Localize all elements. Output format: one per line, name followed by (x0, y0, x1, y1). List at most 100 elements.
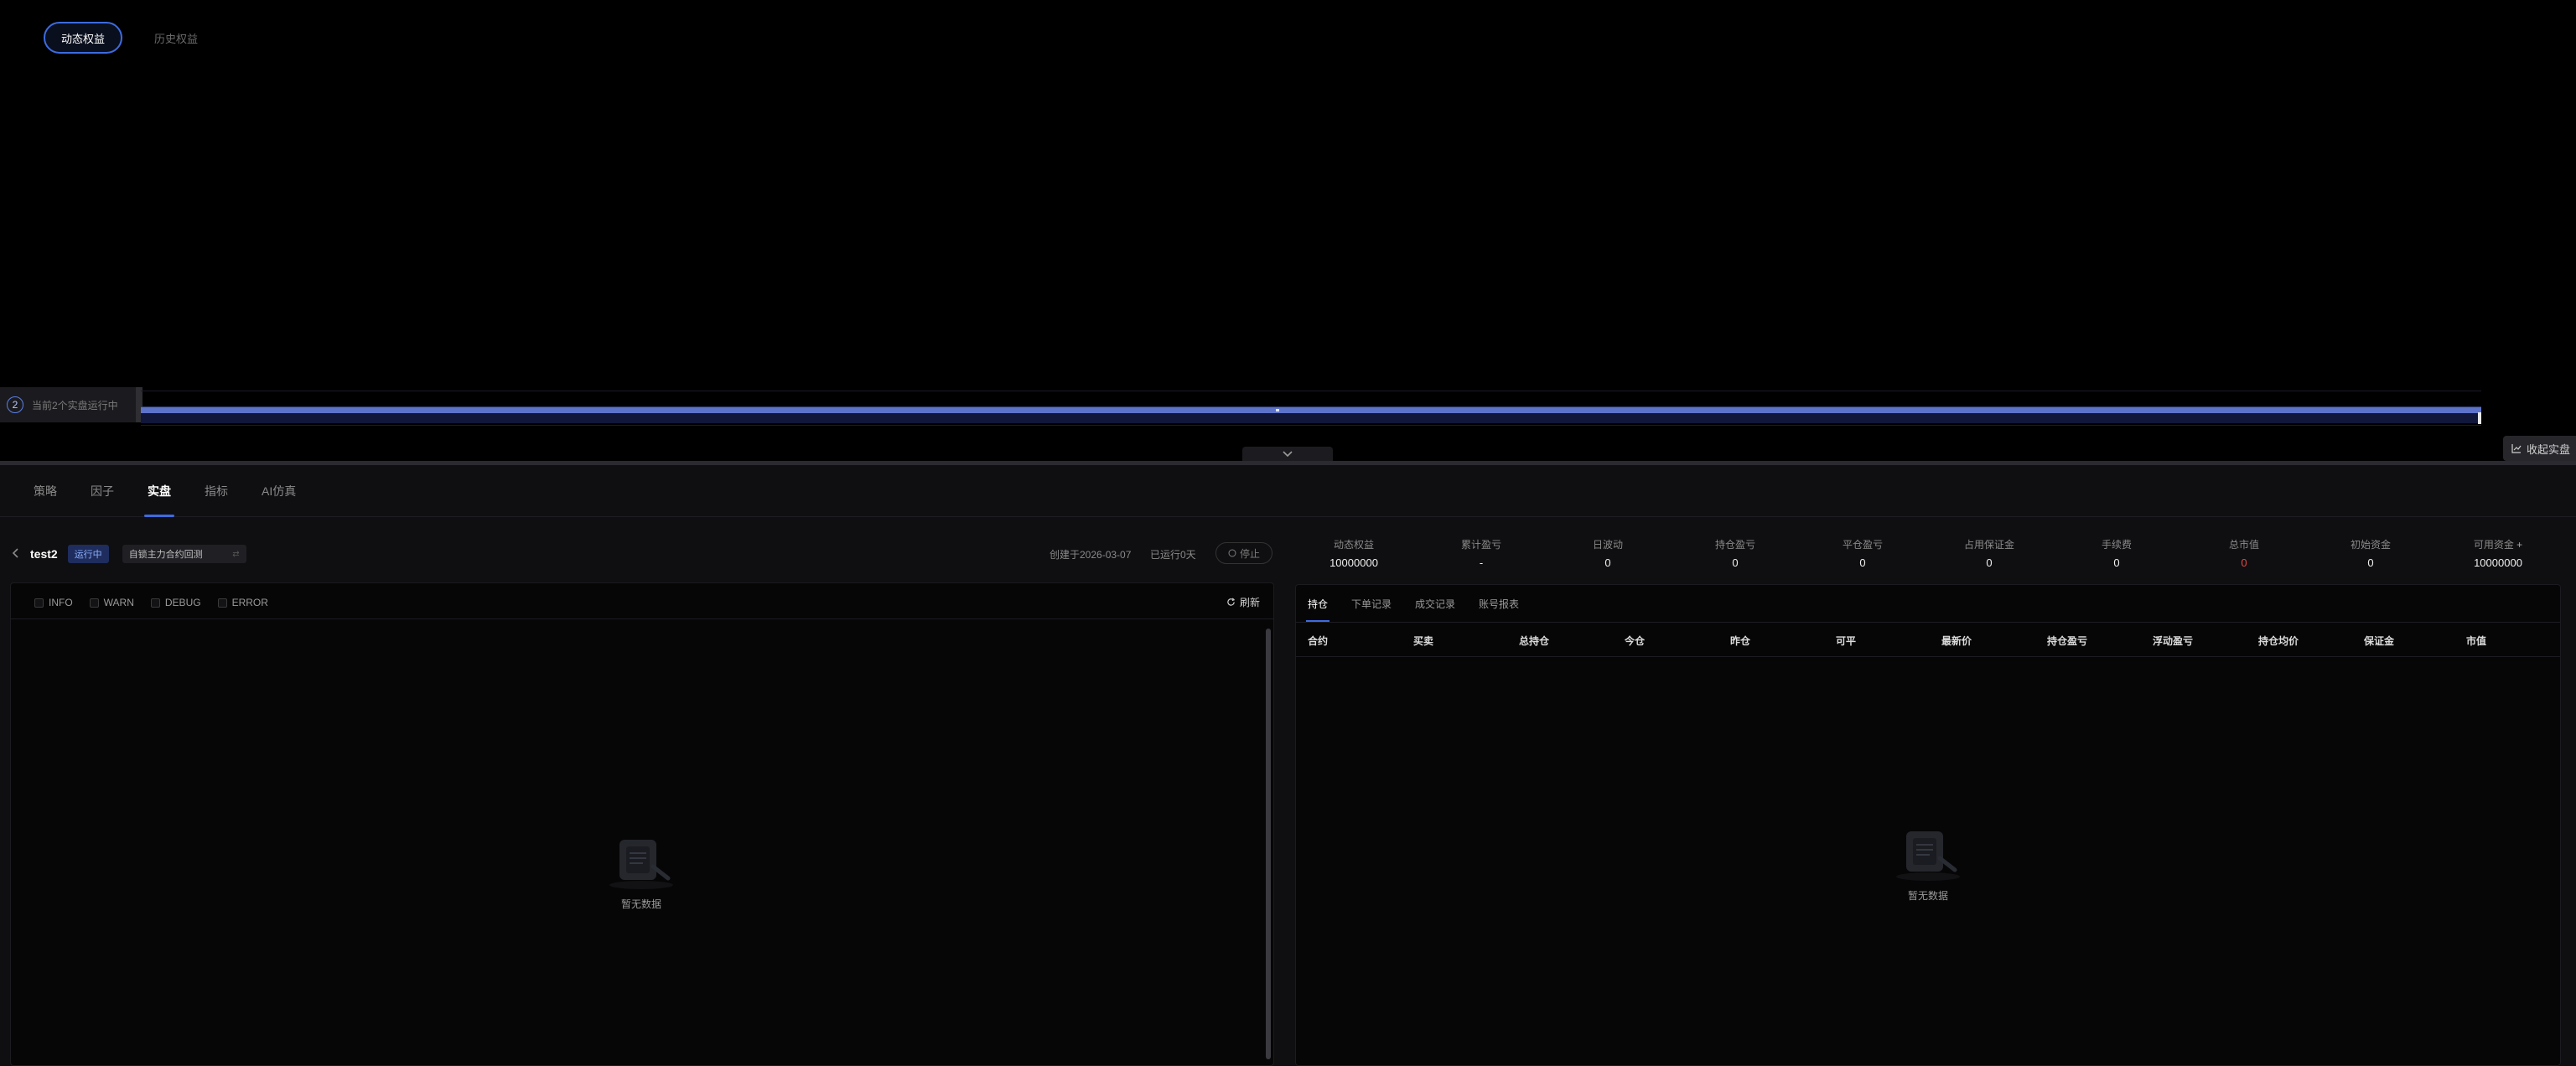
tab-dynamic-equity[interactable]: 动态权益 (44, 22, 122, 54)
strategy-header: test2 运行中 自锁主力合约回测 ⇄ 创建于2026-03-07 已运行0天… (0, 542, 1283, 566)
metric-initial-capital: 初始资金 0 (2325, 537, 2417, 569)
metric-cumulative-pnl: 累计盈亏 - (1435, 537, 1527, 569)
tab-strategy[interactable]: 策略 (34, 465, 57, 517)
contract-select[interactable]: 自锁主力合约回测 ⇄ (122, 545, 246, 563)
tab-positions[interactable]: 持仓 (1305, 585, 1330, 622)
metric-available-capital: 可用资金 + 10000000 (2452, 537, 2544, 569)
chevron-down-icon (1283, 450, 1293, 457)
contract-select-value: 自锁主力合约回测 (128, 550, 203, 560)
tab-ai-simulation[interactable]: AI仿真 (262, 465, 296, 517)
filter-info[interactable]: INFO (34, 597, 73, 608)
live-running-text: 当前2个实盘运行中 (32, 399, 118, 411)
filter-debug[interactable]: DEBUG (150, 597, 201, 608)
positions-empty-state: 暂无数据 (1888, 823, 1968, 903)
chart-icon (2511, 444, 2522, 453)
metric-label: 日波动 (1592, 539, 1623, 551)
tab-indicator[interactable]: 指标 (205, 465, 228, 517)
column-header: 买卖 (1413, 635, 1434, 647)
metric-value: 0 (2367, 556, 2374, 569)
filter-error[interactable]: ERROR (217, 597, 268, 608)
account-metrics: 动态权益 10000000 累计盈亏 - 日波动 0 持仓盈亏 0 平仓盈亏 0 占用保证… (1308, 537, 2576, 574)
status-badge: 运行中 (67, 545, 109, 563)
metric-margin-used: 占用保证金 0 (1943, 537, 2035, 569)
checkbox[interactable] (150, 598, 160, 608)
metric-label: 手续费 (2101, 539, 2132, 551)
tab-trade-records[interactable]: 成交记录 (1415, 585, 1455, 622)
metric-label: 动态权益 (1333, 539, 1374, 551)
metric-label: 累计盈亏 (1460, 539, 1501, 551)
metric-value: 10000000 (2474, 556, 2522, 569)
caret-icon: ⇄ (232, 549, 240, 559)
checkbox[interactable] (34, 598, 44, 608)
metric-value: - (1479, 556, 1484, 569)
empty-text: 暂无数据 (1907, 890, 1948, 902)
divider (11, 618, 1273, 619)
empty-box-icon (1896, 831, 1960, 881)
metric-value: 0 (1732, 556, 1739, 569)
column-header: 浮动盈亏 (2153, 635, 2194, 647)
metric-value: 0 (1604, 556, 1611, 569)
column-header: 保证金 (2364, 635, 2395, 647)
positions-table-header: 合约 买卖 总持仓 今仓 昨仓 可平 最新价 持仓盈亏 浮动盈亏 持仓均价 保证… (1296, 622, 2560, 657)
tab-history-equity[interactable]: 历史权益 (141, 22, 211, 54)
column-header: 持仓盈亏 (2047, 635, 2088, 647)
collapse-live-button[interactable]: 收起实盘 (2503, 436, 2576, 461)
metric-label: 平仓盈亏 (1842, 539, 1883, 551)
main-tabs: 策略 因子 实盘 指标 AI仿真 (0, 465, 2576, 517)
tab-factor[interactable]: 因子 (91, 465, 114, 517)
metric-value: 0 (2113, 556, 2120, 569)
plus-icon[interactable]: + (2516, 539, 2522, 551)
refresh-icon (1227, 598, 1236, 606)
filter-warn[interactable]: WARN (89, 597, 134, 608)
positions-panel: 持仓 下单记录 成交记录 账号报表 合约 买卖 总持仓 今仓 昨仓 可平 最新价… (1295, 584, 2561, 1066)
column-header: 合约 (1308, 635, 1329, 647)
bottom-panel: 策略 因子 实盘 指标 AI仿真 test2 运行中 自锁主力合约回测 ⇄ 创建… (0, 465, 2576, 1066)
metric-fees: 手续费 0 (2071, 537, 2163, 569)
stop-button-label: 停止 (1239, 547, 1260, 560)
equity-chart-area: 动态权益 历史权益 2 当前2个实盘运行中 收起实盘 (0, 0, 2576, 461)
metric-dynamic-equity: 动态权益 10000000 (1308, 537, 1400, 569)
tab-order-records[interactable]: 下单记录 (1351, 585, 1392, 622)
timeline-slider-grip[interactable] (1276, 409, 1279, 411)
column-header: 可平 (1836, 635, 1857, 647)
metric-value: 0 (1986, 556, 1993, 569)
metric-value: 0 (1859, 556, 1866, 569)
stop-button[interactable]: 停止 (1215, 542, 1272, 564)
metric-label: 总市值 (2228, 539, 2259, 551)
metric-label: 可用资金 (2473, 539, 2514, 551)
empty-text: 暂无数据 (620, 898, 661, 910)
metric-value: 0 (2241, 556, 2247, 569)
filter-label: DEBUG (164, 597, 201, 608)
log-level-filters: INFO WARN DEBUG ERROR (34, 597, 268, 608)
positions-tabs: 持仓 下单记录 成交记录 账号报表 (1305, 585, 1519, 622)
timeline-slider-range[interactable] (141, 407, 2481, 413)
timeline-slider-end-handle[interactable] (2478, 412, 2481, 424)
metric-position-pnl: 持仓盈亏 0 (1689, 537, 1781, 569)
collapse-panel-handle[interactable] (1242, 447, 1333, 461)
filter-label: WARN (103, 597, 134, 608)
metric-close-pnl: 平仓盈亏 0 (1817, 537, 1909, 569)
filter-label: ERROR (231, 597, 268, 608)
live-running-indicator[interactable]: 2 当前2个实盘运行中 (0, 387, 141, 422)
stop-icon (1228, 549, 1236, 557)
metric-value: 10000000 (1329, 556, 1378, 569)
created-date: 创建于2026-03-07 (1050, 549, 1132, 561)
strategy-name: test2 (30, 547, 58, 561)
log-scrollbar[interactable] (1266, 629, 1271, 1059)
metric-total-market-value: 总市值 0 (2198, 537, 2290, 569)
metric-label: 初始资金 (2350, 539, 2391, 551)
column-header: 市值 (2466, 635, 2487, 647)
checkbox[interactable] (89, 598, 99, 608)
refresh-label: 刷新 (1239, 597, 1260, 608)
checkbox[interactable] (217, 598, 227, 608)
live-count-badge: 2 (7, 396, 23, 413)
tab-account-report[interactable]: 账号报表 (1479, 585, 1519, 622)
runtime-days: 已运行0天 (1150, 549, 1196, 561)
filter-label: INFO (49, 597, 73, 608)
back-arrow-icon[interactable] (12, 547, 20, 561)
metric-daily-volatility: 日波动 0 (1562, 537, 1654, 569)
log-panel: INFO WARN DEBUG ERROR 刷新 暂无数据 (10, 582, 1274, 1066)
column-header: 持仓均价 (2258, 635, 2299, 647)
tab-live[interactable]: 实盘 (144, 465, 174, 517)
refresh-button[interactable]: 刷新 (1226, 595, 1260, 609)
